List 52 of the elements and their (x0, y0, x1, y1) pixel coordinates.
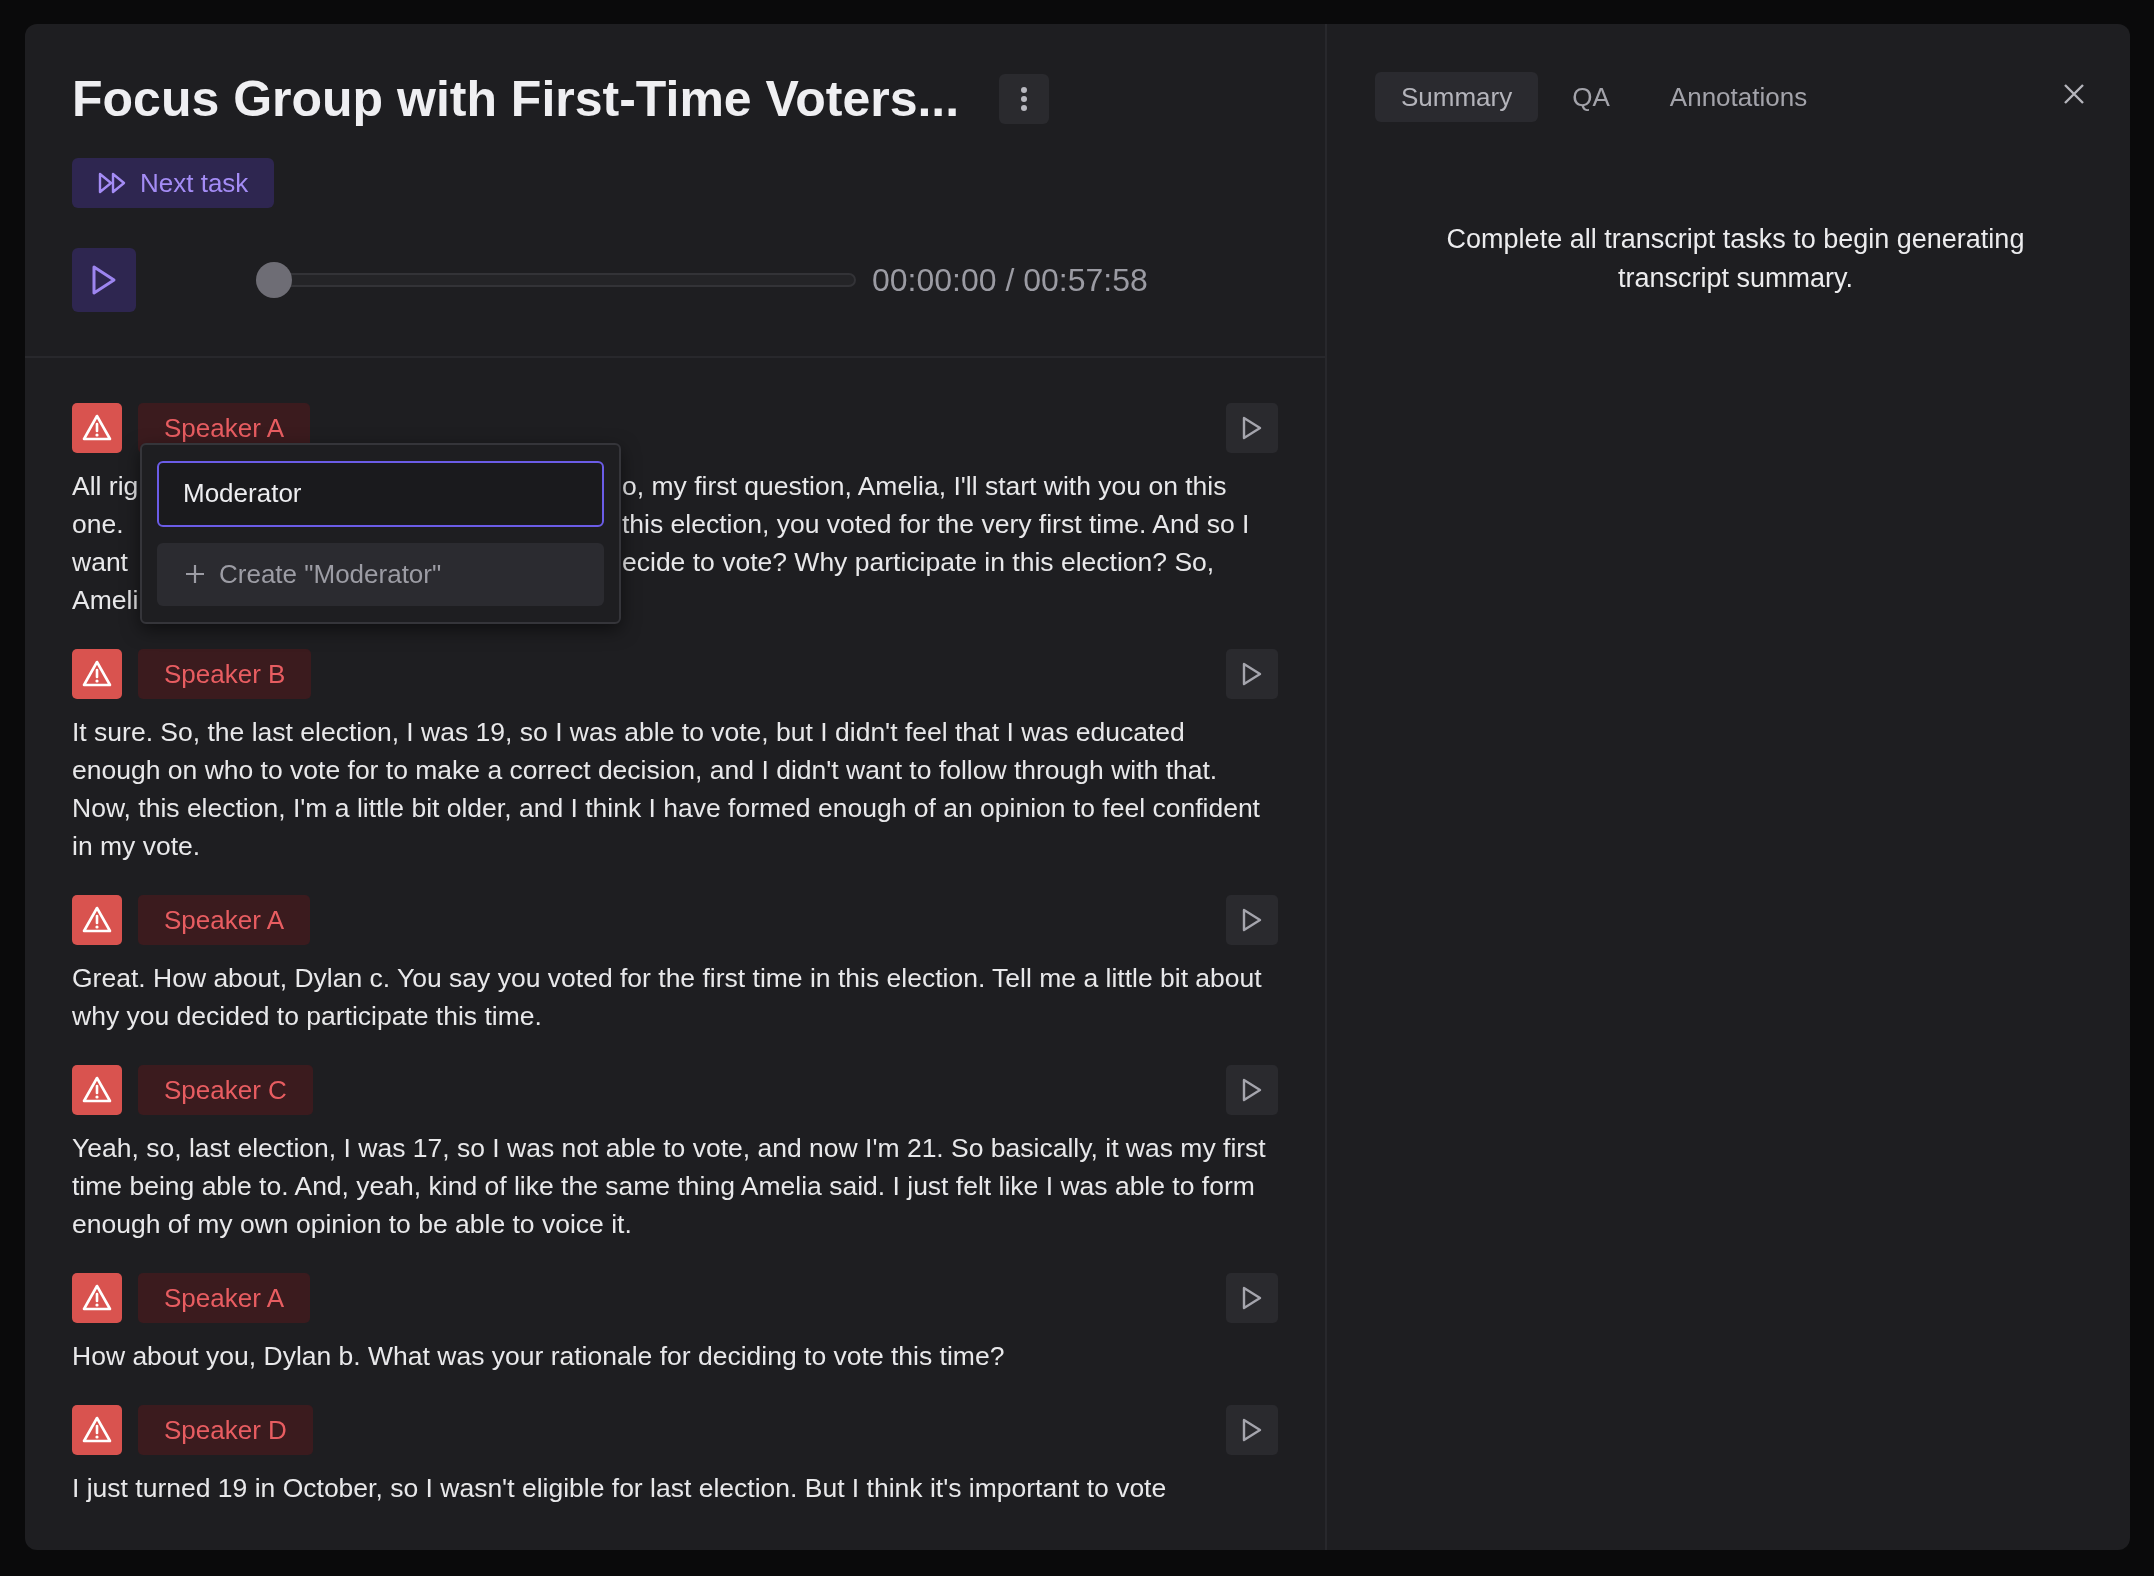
transcript-text: o, my first question, Amelia, I'll start with you on this (622, 470, 1227, 503)
playback-time: 00:00:00 / 00:57:58 (872, 261, 1148, 299)
transcript-text: Yeah, so, last election, I was 17, so I was not able to vote, and now I'm 21. So basically, it was my first time being able to. And, yeah, kind of like the same thing Amelia said. I just felt like I was able to form enough of my own opinion to be able to voice it. (72, 1132, 1267, 1241)
play-button[interactable] (72, 248, 136, 312)
tab[interactable]: Annotations (1643, 72, 1834, 122)
transcript-text: It sure. So, the last election, I was 19, so I was able to vote, but I didn't feel that I was educated enough on who to vote for to make a correct decision, and I didn't want to follow through with that. Now, this election, I'm a little bit older, and I think I have formed enough of an opinion to feel confident in my vote. (72, 716, 1261, 863)
warning-icon (72, 1405, 122, 1455)
transcript-text: ecide to vote? Why participate in this election? So, (622, 546, 1215, 579)
next-task-button[interactable]: Next task (72, 158, 275, 208)
speaker-tag[interactable]: Speaker A (138, 1273, 310, 1323)
warning-icon (72, 895, 122, 945)
speaker-tag[interactable]: Speaker B (138, 649, 312, 699)
play-segment-button[interactable] (1226, 403, 1278, 453)
close-icon (2062, 82, 2086, 106)
transcript-text: want (72, 547, 128, 577)
transcript-text: one. (72, 509, 124, 539)
play-segment-button[interactable] (1226, 1273, 1278, 1323)
speaker-tag[interactable]: Speaker C (138, 1065, 313, 1115)
plus-icon (185, 564, 205, 585)
transcript-text: Ameli (72, 585, 139, 615)
transcript-title: Focus Group with First-Time Voters... (72, 70, 960, 128)
play-segment-button[interactable] (1226, 1405, 1278, 1455)
transcript-text: this election, you voted for the very first time. And so I (622, 508, 1250, 541)
play-icon (1241, 1285, 1263, 1311)
fast-forward-icon (98, 172, 128, 194)
transcript-text: How about you, Dylan b. What was your rationale for deciding to vote this time? (72, 1340, 1006, 1373)
warning-icon (72, 1065, 122, 1115)
more-options-icon (1020, 86, 1029, 112)
play-icon (90, 264, 118, 296)
warning-icon (72, 649, 122, 699)
play-icon (1241, 415, 1263, 441)
play-icon (1241, 907, 1263, 933)
summary-message: Complete all transcript tasks to begin generating transcript summary. (1445, 223, 2026, 295)
tab[interactable]: QA (1546, 72, 1636, 122)
play-icon (1241, 661, 1263, 687)
play-icon (1241, 1417, 1263, 1443)
transcript-text: I just turned 19 in October, so I wasn't eligible for last election. But I think it's important to vote (72, 1472, 1168, 1505)
play-segment-button[interactable] (1226, 895, 1278, 945)
more-options-button[interactable] (999, 74, 1050, 124)
speaker-name-field[interactable]: Moderator (157, 461, 604, 527)
speaker-tag[interactable]: Speaker A (138, 895, 310, 945)
speaker-tag[interactable]: Speaker D (138, 1405, 313, 1455)
transcript-text: All rig (72, 471, 139, 501)
transcript-text: Great. How about, Dylan c. You say you voted for the first time in this election. Tell me a little bit about why you decided to participate this time. (72, 962, 1263, 1033)
tab[interactable]: Summary (1375, 72, 1539, 122)
play-segment-button[interactable] (1226, 649, 1278, 699)
create-speaker-option[interactable]: Create "Moderator" (157, 542, 604, 606)
warning-icon (72, 1273, 122, 1323)
warning-icon (72, 403, 122, 453)
seek-slider[interactable] (256, 262, 856, 298)
play-segment-button[interactable] (1226, 1065, 1278, 1115)
play-icon (1241, 1077, 1263, 1103)
